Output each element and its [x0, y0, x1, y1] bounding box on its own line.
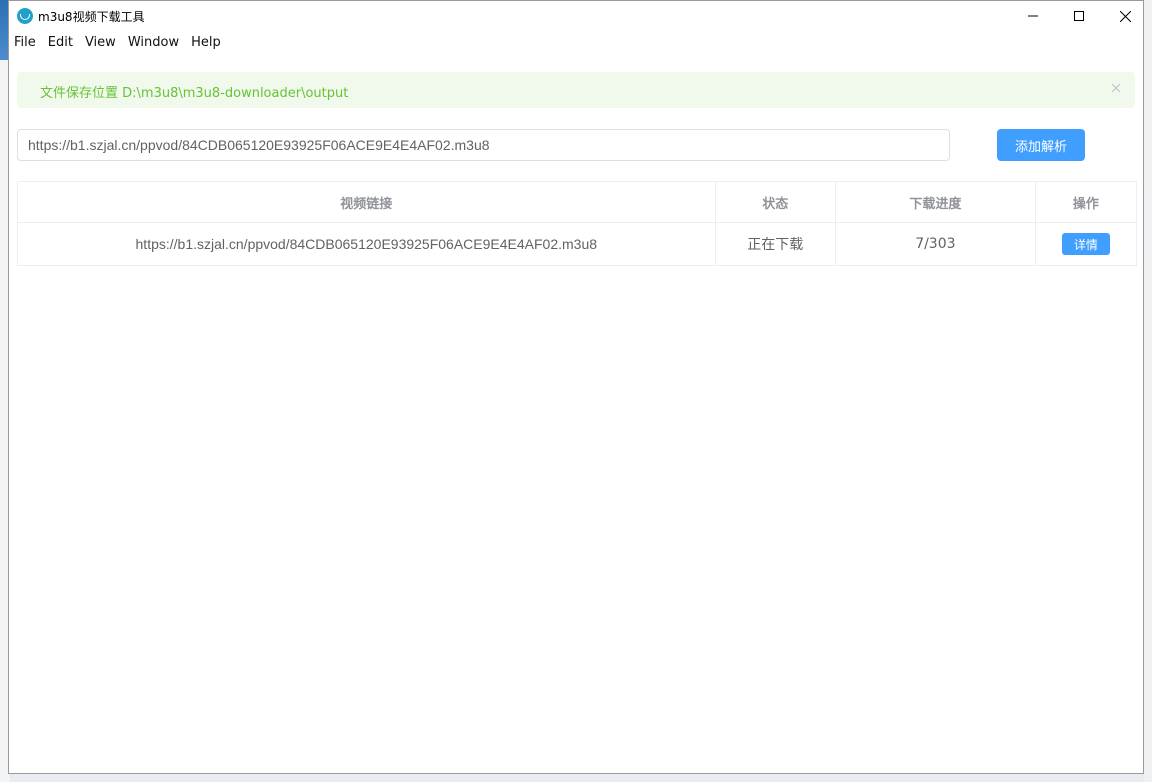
row-progress: 7/303 — [835, 222, 1036, 266]
menu-window[interactable]: Window — [128, 35, 185, 50]
minimize-button[interactable] — [1010, 1, 1056, 31]
menu-help[interactable]: Help — [191, 35, 227, 50]
alert-close-icon[interactable] — [1111, 83, 1121, 93]
maximize-icon — [1074, 11, 1084, 21]
close-window-button[interactable] — [1102, 1, 1148, 31]
download-table: 视频链接 状态 下载进度 操作 https://b1.szjal.cn/ppvo… — [17, 181, 1138, 266]
app-window: m3u8视频下载工具 File Edit View Window Help 文件… — [8, 0, 1144, 774]
row-status: 正在下载 — [714, 222, 837, 266]
row-video-url: https://b1.szjal.cn/ppvod/84CDB065120E93… — [17, 222, 716, 266]
window-title: m3u8视频下载工具 — [38, 10, 145, 24]
maximize-button[interactable] — [1056, 1, 1102, 31]
app-logo-icon — [17, 8, 33, 24]
save-location-alert: 文件保存位置 D:\m3u8\m3u8-downloader\output — [17, 72, 1135, 108]
header-action: 操作 — [1034, 181, 1138, 223]
alert-message: 文件保存位置 D:\m3u8\m3u8-downloader\output — [40, 86, 349, 101]
details-button[interactable]: 详情 — [1061, 233, 1110, 255]
close-icon — [1119, 10, 1131, 22]
title-bar: m3u8视频下载工具 — [9, 1, 1143, 31]
minimize-icon — [1028, 15, 1038, 17]
header-video-url: 视频链接 — [17, 181, 716, 223]
row-action-cell: 详情 — [1034, 222, 1138, 266]
add-parse-button[interactable]: 添加解析 — [997, 129, 1085, 161]
header-status: 状态 — [714, 181, 837, 223]
menu-view[interactable]: View — [85, 35, 122, 50]
menu-bar: File Edit View Window Help — [9, 31, 1143, 53]
m3u8-url-input[interactable] — [17, 129, 950, 161]
table-header-row: 视频链接 状态 下载进度 操作 — [17, 181, 1138, 223]
menu-edit[interactable]: Edit — [48, 35, 79, 50]
desktop-background-right — [1144, 0, 1152, 782]
header-progress: 下载进度 — [835, 181, 1036, 223]
table-row: https://b1.szjal.cn/ppvod/84CDB065120E93… — [17, 222, 1138, 266]
menu-file[interactable]: File — [14, 35, 42, 50]
